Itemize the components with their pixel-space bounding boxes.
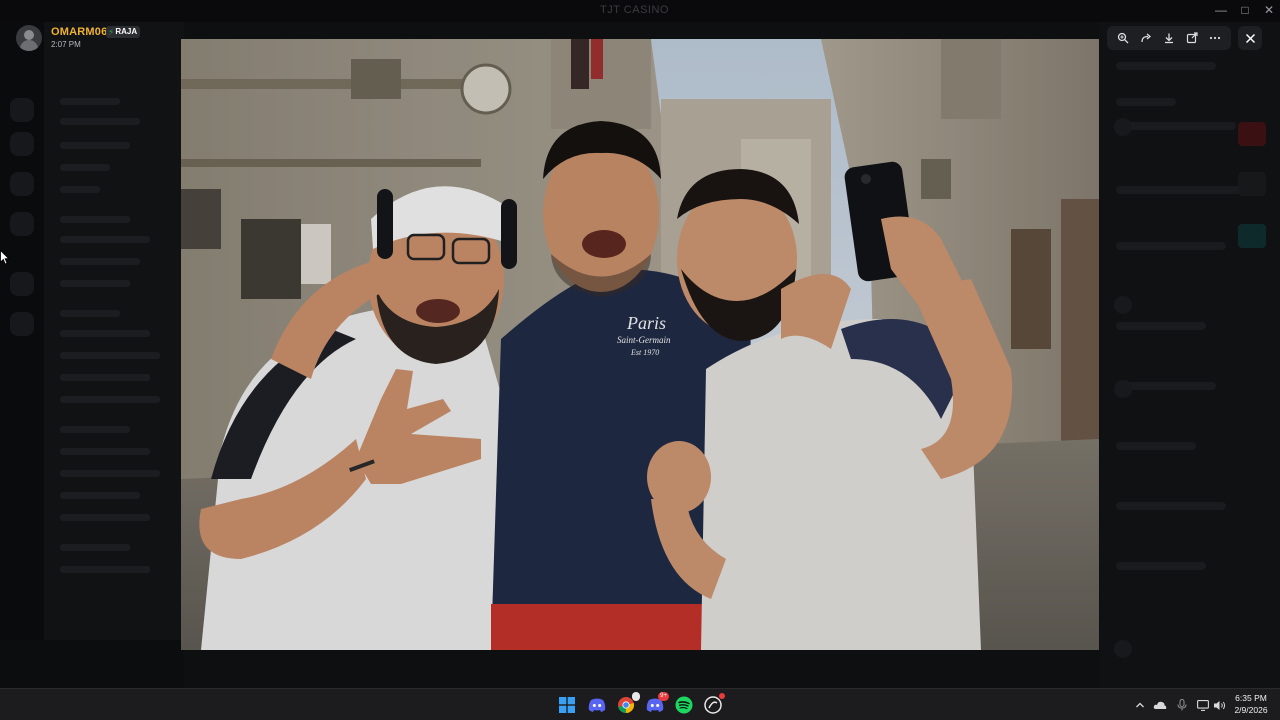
member-row[interactable] xyxy=(1116,242,1226,250)
app-title: TJT CASINO xyxy=(600,4,669,16)
member-avatar[interactable] xyxy=(1114,380,1132,398)
chrome-profile-badge xyxy=(632,692,640,701)
author-username[interactable]: OMARM06 xyxy=(51,26,107,38)
channel-item[interactable] xyxy=(60,374,150,381)
channel-item[interactable] xyxy=(60,330,150,337)
server-icon[interactable] xyxy=(10,132,34,156)
server-icon[interactable] xyxy=(10,312,34,336)
mouse-cursor-icon xyxy=(0,250,10,265)
channel-item[interactable] xyxy=(60,544,130,551)
server-rail xyxy=(0,22,44,688)
bolt-icon: ⚡ xyxy=(108,27,115,37)
photo-illustration: Paris Saint-Germain Est 1970 xyxy=(181,39,1099,650)
open-external-icon[interactable] xyxy=(1184,30,1200,46)
notification-badge: 9+ xyxy=(658,692,669,701)
channel-item[interactable] xyxy=(60,310,120,317)
clock-date: 2/9/2026 xyxy=(1234,705,1268,715)
member-row[interactable] xyxy=(1116,62,1216,70)
download-icon[interactable] xyxy=(1161,30,1177,46)
channel-item[interactable] xyxy=(60,186,100,193)
windows-start-icon[interactable] xyxy=(556,694,578,716)
close-viewer-button[interactable] xyxy=(1238,26,1262,50)
spotify-icon[interactable] xyxy=(673,694,695,716)
channel-item[interactable] xyxy=(60,142,130,149)
member-row[interactable] xyxy=(1116,562,1206,570)
channel-item[interactable] xyxy=(60,98,120,105)
channel-item[interactable] xyxy=(60,236,150,243)
channel-item[interactable] xyxy=(60,426,130,433)
user-panel xyxy=(0,640,184,688)
channel-list xyxy=(44,22,184,688)
attachment-image[interactable]: Paris Saint-Germain Est 1970 xyxy=(181,39,1099,650)
more-icon[interactable] xyxy=(1207,30,1223,46)
chevron-up-icon[interactable] xyxy=(1133,698,1147,712)
discord-icon[interactable] xyxy=(586,694,608,716)
channel-item[interactable] xyxy=(60,258,140,265)
member-row[interactable] xyxy=(1116,502,1226,510)
volume-icon[interactable] xyxy=(1212,698,1226,712)
window-close-icon[interactable]: ✕ xyxy=(1262,3,1276,17)
channel-item[interactable] xyxy=(60,514,150,521)
windows-taskbar: 9+ xyxy=(0,688,1280,720)
member-row[interactable] xyxy=(1116,122,1236,130)
member-row[interactable] xyxy=(1116,186,1246,194)
server-icon[interactable] xyxy=(10,98,34,122)
member-avatar[interactable] xyxy=(1114,296,1132,314)
member-row[interactable] xyxy=(1116,442,1196,450)
member-row[interactable] xyxy=(1116,322,1206,330)
member-avatar[interactable] xyxy=(1114,118,1132,136)
github-desktop-icon[interactable] xyxy=(702,693,725,716)
server-tag-badge[interactable]: ⚡ RAJA xyxy=(106,26,141,38)
media-toolbar xyxy=(1107,26,1231,50)
zoom-icon[interactable] xyxy=(1115,30,1131,46)
channel-item[interactable] xyxy=(60,216,130,223)
window-titlebar: TJT CASINO — □ ✕ xyxy=(0,0,1280,22)
member-banner xyxy=(1238,122,1266,146)
member-row[interactable] xyxy=(1116,98,1176,106)
server-tag-label: RAJA xyxy=(115,27,138,36)
channel-item[interactable] xyxy=(60,492,140,499)
channel-item[interactable] xyxy=(60,118,140,125)
forward-icon[interactable] xyxy=(1138,30,1154,46)
channel-item[interactable] xyxy=(60,280,130,287)
member-banner xyxy=(1238,224,1266,248)
server-icon[interactable] xyxy=(10,272,34,296)
channel-item[interactable] xyxy=(60,566,150,573)
maximize-icon[interactable]: □ xyxy=(1238,3,1252,17)
taskbar-clock[interactable]: 6:35 PM 2/9/2026 xyxy=(1226,692,1276,716)
update-badge xyxy=(719,693,725,699)
chrome-icon[interactable] xyxy=(615,692,640,716)
member-avatar[interactable] xyxy=(1114,640,1132,658)
channel-item[interactable] xyxy=(60,396,160,403)
message-timestamp: 2:07 PM xyxy=(51,40,81,49)
display-icon[interactable] xyxy=(1196,698,1210,712)
server-icon[interactable] xyxy=(10,212,34,236)
channel-item[interactable] xyxy=(60,352,160,359)
discord-notification-icon[interactable]: 9+ xyxy=(644,692,669,716)
onedrive-icon[interactable] xyxy=(1153,698,1167,712)
author-avatar[interactable] xyxy=(16,25,42,51)
microphone-icon[interactable] xyxy=(1175,698,1189,712)
channel-item[interactable] xyxy=(60,448,150,455)
close-icon xyxy=(1245,33,1255,43)
channel-item[interactable] xyxy=(60,164,110,171)
server-icon[interactable] xyxy=(10,172,34,196)
member-banner xyxy=(1238,172,1266,196)
clock-time: 6:35 PM xyxy=(1235,693,1267,703)
channel-item[interactable] xyxy=(60,470,160,477)
minimize-icon[interactable]: — xyxy=(1214,3,1228,17)
